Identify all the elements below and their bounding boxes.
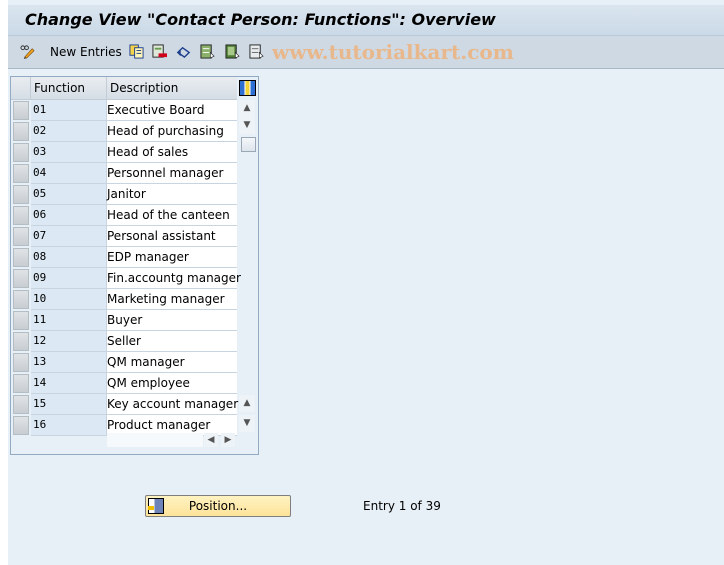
description-cell[interactable]: Personnel manager xyxy=(107,163,237,184)
page-title: Change View "Contact Person: Functions":… xyxy=(25,10,496,29)
row-selector[interactable] xyxy=(13,122,29,141)
sap-window: Change View "Contact Person: Functions":… xyxy=(8,0,724,565)
table-row[interactable]: 03 Head of sales xyxy=(11,142,237,163)
function-cell: 05 xyxy=(31,184,107,205)
row-selector[interactable] xyxy=(13,227,29,246)
description-cell[interactable]: Head of sales xyxy=(107,142,237,163)
description-cell[interactable]: EDP manager xyxy=(107,247,237,268)
function-cell: 10 xyxy=(31,289,107,310)
description-cell[interactable]: Key account manager xyxy=(107,394,238,415)
table-row[interactable]: 10 Marketing manager xyxy=(11,289,237,310)
function-cell: 06 xyxy=(31,205,107,226)
row-selector[interactable] xyxy=(13,206,29,225)
row-selector[interactable] xyxy=(13,416,29,435)
table-row[interactable]: 05 Janitor xyxy=(11,184,237,205)
table-settings-icon[interactable] xyxy=(239,80,256,96)
row-selector[interactable] xyxy=(13,395,29,414)
new-entries-button[interactable]: New Entries xyxy=(50,45,122,59)
table-row[interactable]: 07 Personal assistant xyxy=(11,226,237,247)
select-all-rows-button[interactable] xyxy=(11,77,31,100)
function-cell: 13 xyxy=(31,352,107,373)
table-row[interactable]: 02 Head of purchasing xyxy=(11,121,237,142)
horizontal-scrollbar[interactable] xyxy=(107,433,203,447)
function-cell: 14 xyxy=(31,373,107,394)
row-selector[interactable] xyxy=(13,353,29,372)
entry-counter: Entry 1 of 39 xyxy=(363,499,441,513)
description-cell[interactable]: Fin.accountg manager xyxy=(107,268,241,289)
position-button[interactable]: Position... xyxy=(145,495,291,517)
description-cell[interactable]: QM manager xyxy=(107,352,237,373)
row-selector[interactable] xyxy=(13,248,29,267)
scroll-up-button[interactable]: ▲ xyxy=(239,100,255,117)
select-block-icon[interactable] xyxy=(225,44,240,59)
table-row[interactable]: 15 Key account manager xyxy=(11,394,238,415)
description-cell[interactable]: Head of the canteen xyxy=(107,205,237,226)
function-cell: 15 xyxy=(31,394,107,415)
table-row[interactable]: 09 Fin.accountg manager xyxy=(11,268,241,289)
function-cell: 09 xyxy=(31,268,107,289)
function-cell: 01 xyxy=(31,100,107,121)
row-selector[interactable] xyxy=(13,101,29,120)
description-cell[interactable]: Marketing manager xyxy=(107,289,237,310)
title-bar: Change View "Contact Person: Functions":… xyxy=(8,5,724,36)
table-row[interactable]: 06 Head of the canteen xyxy=(11,205,237,226)
table-row[interactable]: 11 Buyer xyxy=(11,310,237,331)
column-header-function[interactable]: Function xyxy=(31,77,107,100)
watermark: www.tutorialkart.com xyxy=(272,40,514,64)
function-cell: 12 xyxy=(31,331,107,352)
row-selector[interactable] xyxy=(13,332,29,351)
vertical-scroll-thumb[interactable] xyxy=(241,137,256,152)
description-cell[interactable]: Seller xyxy=(107,331,237,352)
function-cell: 04 xyxy=(31,163,107,184)
table-row[interactable]: 12 Seller xyxy=(11,331,237,352)
display-change-icon[interactable] xyxy=(20,44,35,59)
select-all-icon[interactable] xyxy=(200,44,215,59)
undo-icon[interactable] xyxy=(176,44,191,59)
table-row[interactable]: 13 QM manager xyxy=(11,352,237,373)
deselect-all-icon[interactable] xyxy=(249,44,264,59)
function-cell: 11 xyxy=(31,310,107,331)
application-toolbar: New Entries www.tutorialkart.com xyxy=(8,36,724,69)
table-row[interactable]: 14 QM employee xyxy=(11,373,237,394)
scroll-left-button[interactable]: ◀ xyxy=(204,433,218,447)
function-cell: 08 xyxy=(31,247,107,268)
copy-icon[interactable] xyxy=(129,44,144,59)
row-selector[interactable] xyxy=(13,164,29,183)
page-down-button[interactable]: ▼ xyxy=(239,415,255,432)
column-header-description[interactable]: Description xyxy=(107,77,237,100)
scroll-right-button[interactable]: ▶ xyxy=(221,433,235,447)
function-cell: 07 xyxy=(31,226,107,247)
row-selector[interactable] xyxy=(13,311,29,330)
scroll-down-button[interactable]: ▼ xyxy=(239,117,255,134)
functions-table: Function Description 01 Executive Board 02… xyxy=(10,76,259,455)
description-cell[interactable]: Buyer xyxy=(107,310,237,331)
delete-icon[interactable] xyxy=(152,44,167,59)
description-cell[interactable]: Personal assistant xyxy=(107,226,237,247)
description-cell[interactable]: Janitor xyxy=(107,184,237,205)
function-cell: 16 xyxy=(31,415,107,436)
table-row[interactable]: 04 Personnel manager xyxy=(11,163,237,184)
table-row[interactable]: 08 EDP manager xyxy=(11,247,237,268)
page-up-button[interactable]: ▲ xyxy=(239,395,255,412)
description-cell[interactable]: Head of purchasing xyxy=(107,121,237,142)
row-selector[interactable] xyxy=(13,290,29,309)
row-selector[interactable] xyxy=(13,185,29,204)
description-cell[interactable]: Executive Board xyxy=(107,100,237,121)
function-cell: 03 xyxy=(31,142,107,163)
row-selector[interactable] xyxy=(13,269,29,288)
description-cell[interactable]: QM employee xyxy=(107,373,237,394)
row-selector[interactable] xyxy=(13,374,29,393)
row-selector[interactable] xyxy=(13,143,29,162)
table-row[interactable]: 01 Executive Board xyxy=(11,100,237,121)
function-cell: 02 xyxy=(31,121,107,142)
